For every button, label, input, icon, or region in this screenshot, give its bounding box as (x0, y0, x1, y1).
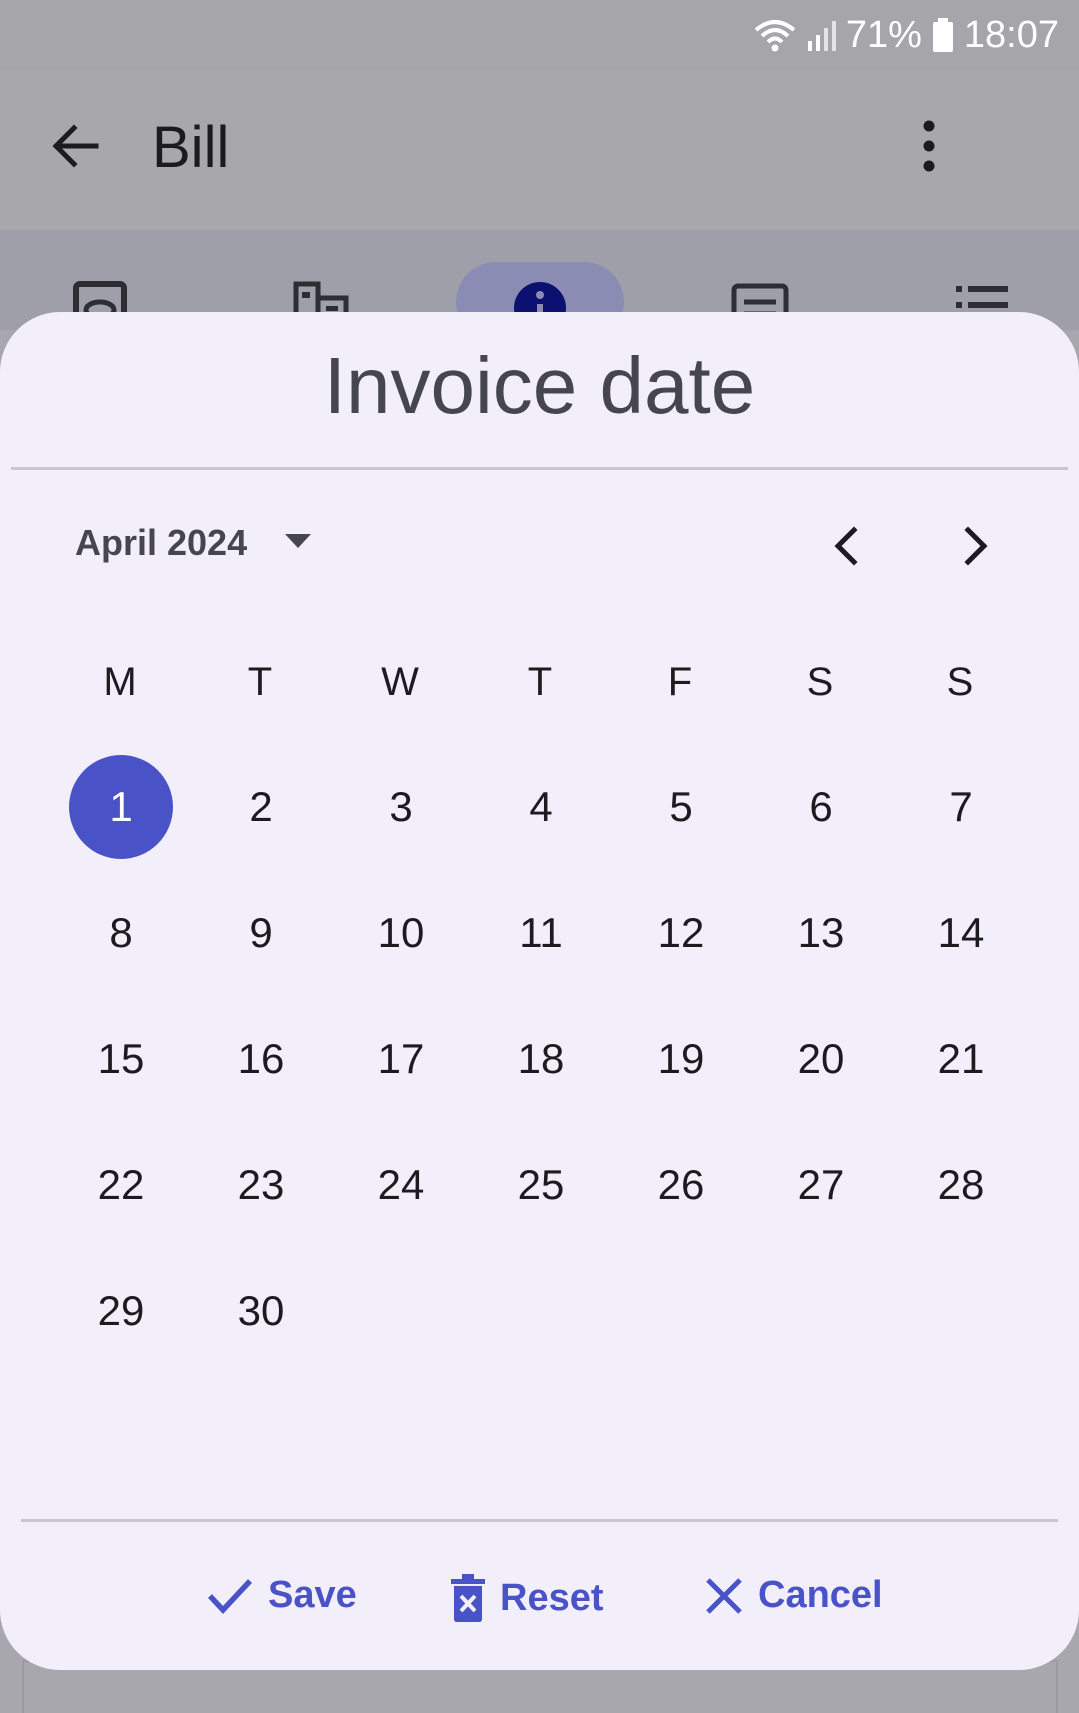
day-cell[interactable]: 12 (629, 881, 733, 985)
day-cell[interactable]: 9 (209, 881, 313, 985)
reset-label: Reset (500, 1576, 604, 1619)
day-cell[interactable]: 25 (489, 1133, 593, 1237)
day-cell[interactable]: 29 (69, 1259, 173, 1363)
day-cell[interactable]: 3 (349, 755, 453, 859)
delete-forever-icon (450, 1574, 486, 1622)
day-cell[interactable]: 6 (769, 755, 873, 859)
chevron-right-icon (964, 526, 988, 566)
previous-month-button[interactable] (820, 518, 876, 574)
wifi-icon (754, 18, 796, 52)
save-label: Save (268, 1574, 357, 1616)
save-button[interactable]: Save (206, 1574, 357, 1617)
reset-button[interactable]: Reset (450, 1574, 604, 1622)
day-cell[interactable]: 11 (489, 881, 593, 985)
day-cell[interactable]: 7 (909, 755, 1013, 859)
day-cell[interactable]: 16 (209, 1007, 313, 1111)
day-cell-selected[interactable]: 1 (69, 755, 173, 859)
signal-icon (806, 19, 836, 51)
weekday-label: W (381, 660, 419, 704)
day-cell[interactable]: 4 (489, 755, 593, 859)
day-cell[interactable]: 30 (209, 1259, 313, 1363)
status-bar: 71% 18:07 (0, 0, 1079, 70)
cancel-label: Cancel (758, 1574, 883, 1616)
day-cell[interactable]: 20 (769, 1007, 873, 1111)
day-cell[interactable]: 8 (69, 881, 173, 985)
divider (21, 1519, 1058, 1522)
clock: 18:07 (963, 13, 1059, 56)
month-year-label: April 2024 (75, 522, 248, 563)
day-cell[interactable]: 28 (909, 1133, 1013, 1237)
weekday-label: T (247, 660, 273, 704)
app-title: Bill (152, 115, 230, 180)
dialog-title: Invoice date (323, 341, 756, 430)
day-cell[interactable]: 27 (769, 1133, 873, 1237)
day-cell[interactable]: 13 (769, 881, 873, 985)
dropdown-arrow-icon (283, 532, 313, 555)
day-cell[interactable]: 5 (629, 755, 733, 859)
day-cell[interactable]: 17 (349, 1007, 453, 1111)
day-cell[interactable]: 24 (349, 1133, 453, 1237)
status-indicators: 71% 18:07 (754, 10, 1059, 60)
day-cell[interactable]: 19 (629, 1007, 733, 1111)
weekday-label: S (806, 660, 834, 704)
chevron-left-icon (834, 526, 858, 566)
cancel-button[interactable]: Cancel (704, 1574, 883, 1617)
more-vert-icon[interactable] (899, 116, 959, 176)
close-icon (704, 1576, 744, 1616)
month-year-selector[interactable]: April 2024 (75, 522, 313, 564)
weekday-label: F (667, 660, 693, 704)
weekday-label: T (527, 660, 553, 704)
day-cell[interactable]: 15 (69, 1007, 173, 1111)
day-cell[interactable]: 14 (909, 881, 1013, 985)
day-cell[interactable]: 26 (629, 1133, 733, 1237)
date-picker-dialog: Invoice date April 2024 M T W T F S S 1 … (0, 312, 1079, 1670)
day-cell[interactable]: 21 (909, 1007, 1013, 1111)
battery-percent: 71% (845, 13, 922, 56)
weekday-label: S (946, 660, 974, 704)
battery-icon (932, 18, 954, 52)
next-month-button[interactable] (946, 518, 1002, 574)
back-arrow-icon[interactable] (48, 118, 104, 174)
day-cell[interactable]: 18 (489, 1007, 593, 1111)
day-cell[interactable]: 2 (209, 755, 313, 859)
divider (11, 467, 1068, 470)
day-cell[interactable]: 22 (69, 1133, 173, 1237)
day-cell[interactable]: 23 (209, 1133, 313, 1237)
weekday-label: M (103, 660, 137, 704)
day-cell[interactable]: 10 (349, 881, 453, 985)
check-icon (206, 1576, 254, 1616)
app-bar: Bill (0, 70, 1079, 230)
